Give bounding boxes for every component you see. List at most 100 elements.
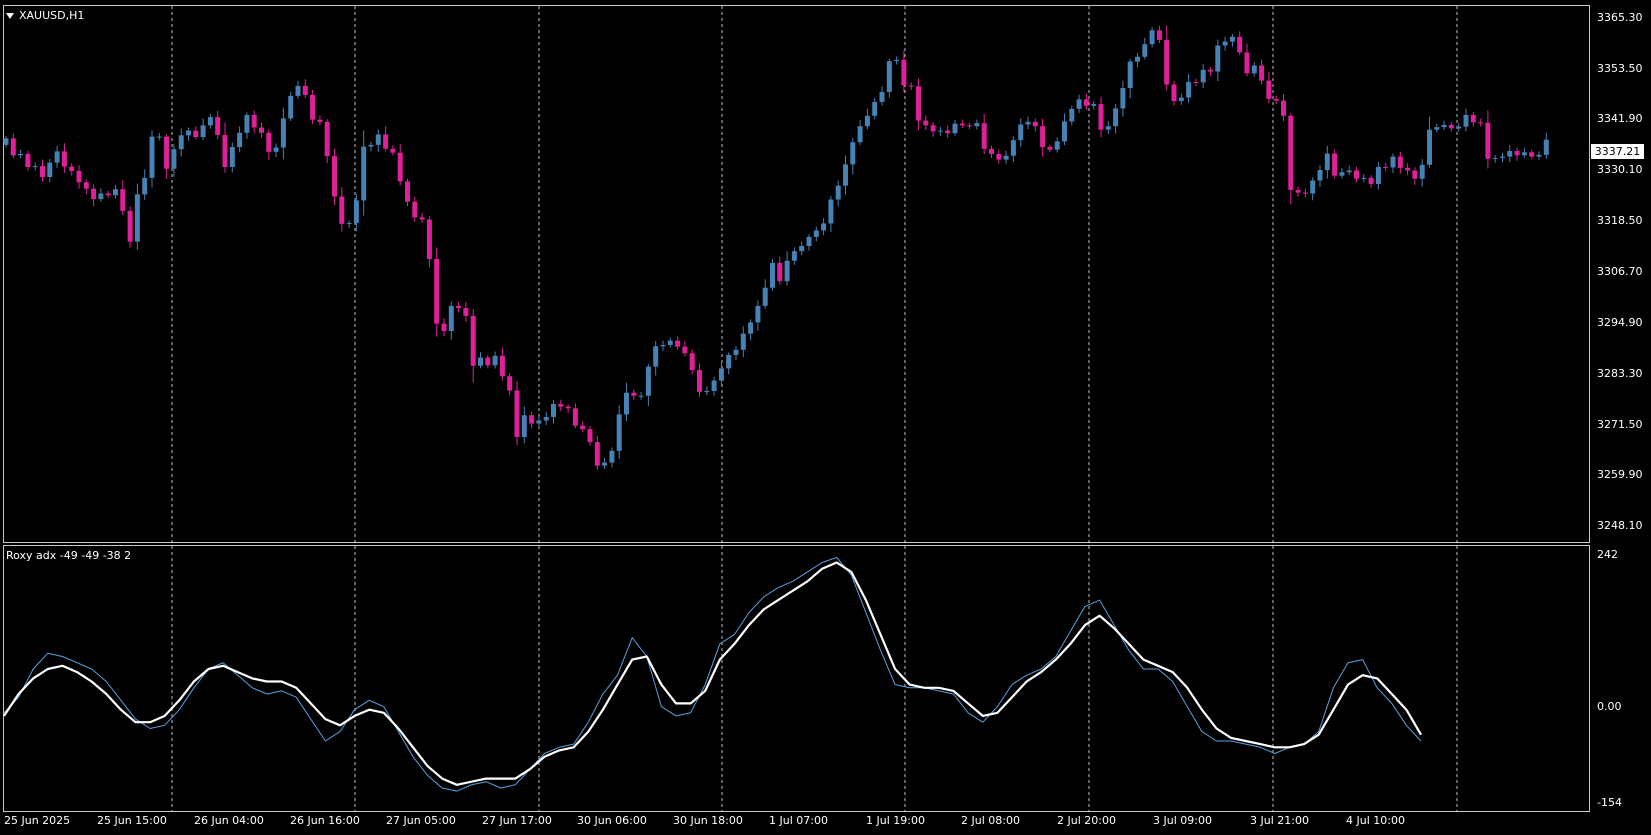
candle bbox=[478, 352, 483, 369]
candle bbox=[558, 399, 564, 412]
candle bbox=[134, 183, 140, 250]
grid-lines bbox=[171, 6, 1458, 811]
candle bbox=[47, 159, 53, 183]
time-tick: 27 Jun 05:00 bbox=[386, 814, 456, 827]
candle bbox=[1127, 58, 1133, 99]
candle bbox=[1419, 159, 1425, 187]
candle bbox=[1054, 137, 1060, 153]
candle bbox=[543, 411, 549, 426]
candle bbox=[923, 115, 929, 131]
candle bbox=[1317, 165, 1323, 188]
candle bbox=[266, 129, 272, 160]
candle bbox=[1222, 36, 1228, 51]
price-tick: 3283.30 bbox=[1597, 366, 1643, 380]
candle bbox=[1105, 121, 1111, 135]
candle bbox=[10, 133, 16, 159]
candle bbox=[280, 107, 286, 160]
indicator-label: Roxy adx -49 -49 -38 2 bbox=[6, 549, 132, 562]
candles bbox=[3, 25, 1549, 471]
candle bbox=[514, 381, 520, 446]
candle bbox=[945, 125, 951, 139]
candle bbox=[310, 89, 316, 125]
time-tick: 30 Jun 06:00 bbox=[577, 814, 647, 827]
candle bbox=[1456, 123, 1462, 132]
candle bbox=[580, 420, 586, 432]
time-tick: 1 Jul 19:00 bbox=[866, 814, 925, 827]
candle bbox=[952, 119, 958, 136]
candle bbox=[3, 135, 9, 148]
candle bbox=[587, 426, 593, 446]
chart-window[interactable]: XAUUSD,H1 Roxy adx -49 -49 -38 2 3365.30… bbox=[0, 0, 1651, 835]
candle bbox=[653, 340, 659, 376]
candle bbox=[1047, 144, 1053, 153]
candle bbox=[551, 399, 556, 424]
candle bbox=[872, 97, 878, 120]
candle bbox=[879, 86, 885, 106]
price-tick: 3341.90 bbox=[1597, 112, 1643, 126]
chart-canvas[interactable] bbox=[0, 0, 1651, 835]
candle bbox=[171, 143, 177, 177]
candle bbox=[54, 146, 60, 168]
triangle-down-icon[interactable] bbox=[6, 12, 14, 19]
candle bbox=[69, 163, 75, 176]
candle bbox=[843, 155, 848, 195]
candle bbox=[1003, 150, 1009, 164]
candle bbox=[332, 148, 337, 206]
candle bbox=[1375, 162, 1381, 190]
candle bbox=[251, 110, 257, 134]
price-tick: 3365.30 bbox=[1597, 10, 1643, 24]
candle bbox=[1149, 27, 1155, 48]
candle bbox=[799, 241, 805, 256]
time-tick: 1 Jul 07:00 bbox=[769, 814, 828, 827]
candle bbox=[448, 301, 454, 340]
candle bbox=[1062, 113, 1067, 146]
candle bbox=[1091, 101, 1097, 110]
candle bbox=[791, 247, 797, 265]
candle bbox=[1412, 167, 1418, 185]
candle bbox=[974, 119, 980, 130]
candle bbox=[930, 122, 936, 137]
candle bbox=[1281, 94, 1286, 122]
candle bbox=[1310, 177, 1316, 201]
time-tick: 27 Jun 17:00 bbox=[482, 814, 552, 827]
price-tick: 3294.90 bbox=[1597, 316, 1643, 330]
candle bbox=[1229, 33, 1235, 48]
candle bbox=[1135, 53, 1140, 68]
candle bbox=[98, 188, 104, 202]
candle bbox=[1288, 113, 1294, 205]
candle bbox=[390, 145, 396, 156]
candle bbox=[697, 363, 702, 397]
price-tick: 3318.50 bbox=[1597, 213, 1643, 227]
candle bbox=[91, 184, 97, 207]
candle bbox=[222, 122, 228, 173]
candle bbox=[492, 351, 498, 369]
candle bbox=[120, 180, 126, 216]
candle bbox=[485, 354, 491, 369]
candle bbox=[18, 149, 24, 159]
candle bbox=[244, 112, 250, 139]
candle bbox=[1427, 116, 1432, 168]
price-tick: 3353.50 bbox=[1597, 61, 1643, 75]
candle bbox=[127, 206, 133, 248]
candle bbox=[200, 118, 206, 141]
candle bbox=[463, 301, 469, 322]
candle bbox=[536, 416, 542, 428]
candle bbox=[989, 145, 994, 158]
candle bbox=[645, 364, 651, 406]
candle bbox=[412, 196, 418, 222]
candle bbox=[164, 134, 170, 179]
candle bbox=[317, 115, 323, 126]
time-tick: 2 Jul 08:00 bbox=[961, 814, 1020, 827]
symbol-header[interactable]: XAUUSD,H1 bbox=[6, 9, 84, 22]
candle bbox=[441, 317, 447, 337]
price-tick: 3248.10 bbox=[1597, 519, 1643, 533]
candle bbox=[1266, 71, 1272, 104]
candle bbox=[959, 119, 965, 129]
candle bbox=[83, 179, 89, 195]
candle bbox=[1521, 147, 1527, 158]
candle bbox=[1339, 168, 1345, 179]
time-tick: 30 Jun 18:00 bbox=[673, 814, 743, 827]
candle bbox=[405, 178, 410, 207]
candle bbox=[967, 122, 973, 130]
indicator-tick: 242 bbox=[1597, 548, 1618, 561]
